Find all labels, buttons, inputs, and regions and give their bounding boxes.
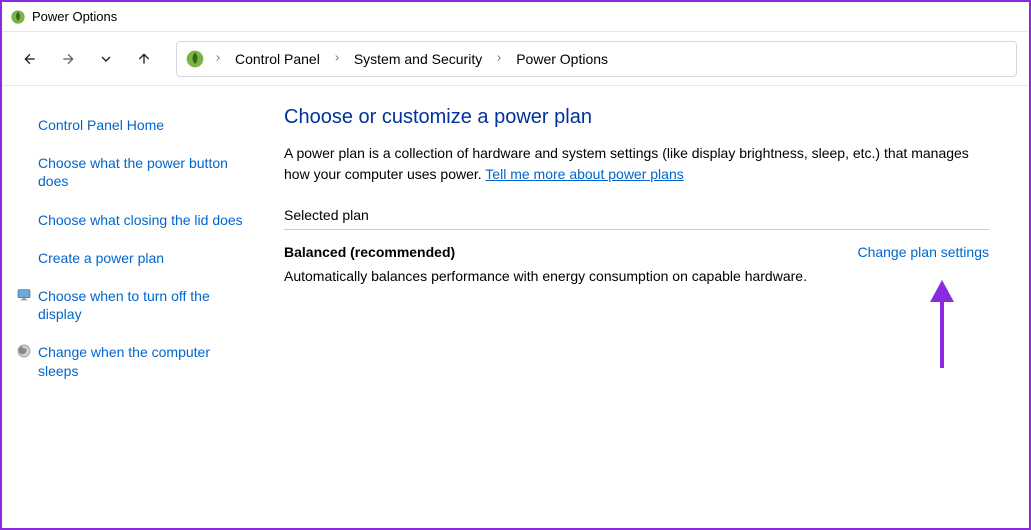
plan-name: Balanced (recommended) — [284, 244, 807, 260]
plan-row: Balanced (recommended) Automatically bal… — [284, 244, 989, 287]
selected-plan-section: Selected plan Balanced (recommended) Aut… — [284, 207, 989, 287]
window-title: Power Options — [32, 9, 117, 24]
change-plan-settings-link[interactable]: Change plan settings — [857, 244, 989, 260]
learn-more-link[interactable]: Tell me more about power plans — [485, 166, 683, 182]
sleep-icon — [16, 343, 32, 359]
recent-locations-button[interactable] — [90, 43, 122, 75]
forward-button[interactable] — [52, 43, 84, 75]
power-options-icon — [10, 9, 26, 25]
sidebar-closing-lid[interactable]: Choose what closing the lid does — [14, 201, 246, 239]
sidebar-power-button[interactable]: Choose what the power button does — [14, 144, 246, 200]
main-panel: Choose or customize a power plan A power… — [264, 86, 1029, 528]
chevron-right-icon[interactable] — [211, 52, 225, 66]
window-titlebar: Power Options — [2, 2, 1029, 32]
page-description: A power plan is a collection of hardware… — [284, 143, 989, 185]
breadcrumb-system-security[interactable]: System and Security — [350, 49, 486, 69]
sidebar-create-plan[interactable]: Create a power plan — [14, 239, 246, 277]
content-area: Control Panel Home Choose what the power… — [2, 86, 1029, 528]
breadcrumb-power-options[interactable]: Power Options — [512, 49, 612, 69]
breadcrumb-control-panel[interactable]: Control Panel — [231, 49, 324, 69]
address-bar[interactable]: Control Panel System and Security Power … — [176, 41, 1017, 77]
control-panel-icon — [185, 49, 205, 69]
plan-description: Automatically balances performance with … — [284, 266, 807, 287]
page-heading: Choose or customize a power plan — [284, 106, 989, 129]
sidebar-control-panel-home[interactable]: Control Panel Home — [14, 106, 246, 144]
section-header: Selected plan — [284, 207, 989, 230]
up-button[interactable] — [128, 43, 160, 75]
chevron-right-icon[interactable] — [330, 52, 344, 66]
display-icon — [16, 287, 32, 303]
chevron-right-icon[interactable] — [492, 52, 506, 66]
back-button[interactable] — [14, 43, 46, 75]
sidebar-computer-sleeps[interactable]: Change when the computer sleeps — [14, 333, 246, 389]
sidebar-turn-off-display[interactable]: Choose when to turn off the display — [14, 277, 246, 333]
nav-toolbar: Control Panel System and Security Power … — [2, 32, 1029, 86]
sidebar: Control Panel Home Choose what the power… — [2, 86, 264, 528]
